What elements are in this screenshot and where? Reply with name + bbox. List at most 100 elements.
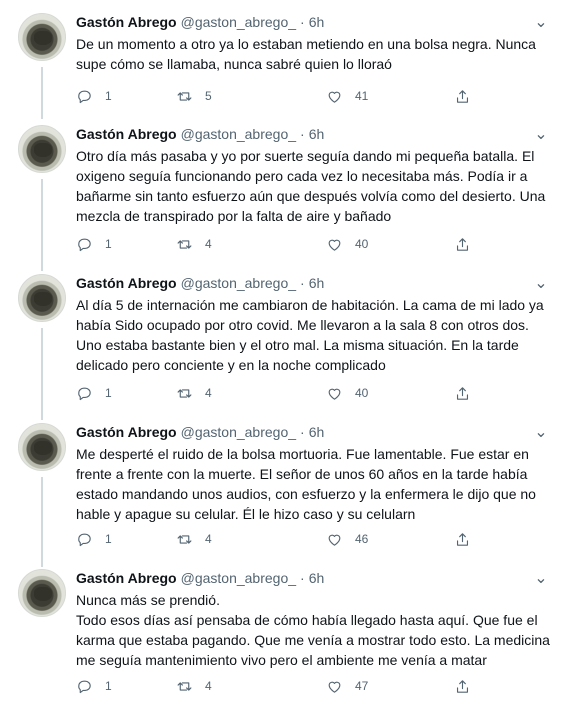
share-button[interactable] — [454, 234, 471, 254]
tweet-header: Gastón Abrego @gaston_abrego_ · 6h — [76, 14, 325, 30]
like-button[interactable]: 41 — [326, 86, 368, 106]
reply-icon — [78, 387, 91, 400]
heart-icon — [328, 91, 341, 103]
reply-icon — [78, 238, 91, 251]
like-button[interactable]: 40 — [326, 234, 368, 254]
tweet-header: Gastón Abrego @gaston_abrego_ · 6h — [76, 126, 325, 142]
avatar[interactable] — [18, 274, 66, 322]
heart-icon — [328, 681, 341, 693]
share-icon — [456, 386, 469, 400]
tweet-timestamp[interactable]: 6h — [309, 126, 325, 142]
like-count: 40 — [355, 237, 369, 251]
reply-icon — [78, 680, 91, 693]
tweet-actions: 1 4 40 — [76, 383, 476, 403]
author-handle[interactable]: @gaston_abrego_ — [181, 570, 296, 586]
retweet-count: 4 — [205, 386, 212, 400]
tweet-header: Gastón Abrego @gaston_abrego_ · 6h — [76, 424, 325, 440]
like-button[interactable]: 46 — [326, 529, 368, 549]
tweet-timestamp[interactable]: 6h — [309, 424, 325, 440]
tweet-timestamp[interactable]: 6h — [309, 275, 325, 291]
share-icon — [456, 532, 469, 546]
retweet-button[interactable]: 4 — [176, 676, 212, 696]
tweet-text: Al día 5 de internación me cambiaron de … — [76, 297, 544, 373]
retweet-icon — [177, 91, 192, 101]
retweet-icon — [177, 239, 192, 249]
reply-icon — [78, 533, 91, 546]
heart-icon — [328, 388, 341, 400]
like-button[interactable]: 47 — [326, 676, 368, 696]
author-name[interactable]: Gastón Abrego — [76, 14, 177, 30]
tweet-thread: Gastón Abrego @gaston_abrego_ · 6h ⌄ De … — [0, 0, 570, 708]
share-icon — [456, 237, 469, 251]
retweet-button[interactable]: 4 — [176, 383, 212, 403]
retweet-button[interactable]: 4 — [176, 529, 212, 549]
author-handle[interactable]: @gaston_abrego_ — [181, 126, 296, 142]
share-button[interactable] — [454, 383, 471, 403]
reply-button[interactable]: 1 — [76, 234, 112, 254]
heart-icon — [328, 239, 341, 251]
author-name[interactable]: Gastón Abrego — [76, 275, 177, 291]
tweet-header: Gastón Abrego @gaston_abrego_ · 6h — [76, 275, 325, 291]
thread-connector-line — [41, 179, 43, 271]
like-count: 41 — [355, 89, 369, 103]
tweet-timestamp[interactable]: 6h — [309, 570, 325, 586]
author-handle[interactable]: @gaston_abrego_ — [181, 14, 296, 30]
more-options-icon[interactable]: ⌄ — [528, 419, 554, 445]
reply-count: 1 — [105, 532, 112, 546]
share-icon — [456, 89, 469, 103]
reply-count: 1 — [105, 237, 112, 251]
author-name[interactable]: Gastón Abrego — [76, 570, 177, 586]
thread-connector-line — [41, 477, 43, 567]
retweet-count: 4 — [205, 237, 212, 251]
reply-button[interactable]: 1 — [76, 86, 112, 106]
share-button[interactable] — [454, 676, 471, 696]
reply-button[interactable]: 1 — [76, 676, 112, 696]
tweet-actions: 1 4 47 — [76, 676, 476, 696]
retweet-count: 4 — [205, 532, 212, 546]
author-handle[interactable]: @gaston_abrego_ — [181, 424, 296, 440]
reply-icon — [78, 90, 91, 103]
author-name[interactable]: Gastón Abrego — [76, 126, 177, 142]
more-options-icon[interactable]: ⌄ — [528, 565, 554, 591]
heart-icon — [328, 534, 341, 546]
tweet-actions: 1 5 41 — [76, 86, 476, 106]
tweet-actions: 1 4 46 — [76, 529, 476, 549]
author-handle[interactable]: @gaston_abrego_ — [181, 275, 296, 291]
thread-connector-line — [41, 328, 43, 420]
avatar[interactable] — [18, 423, 66, 471]
retweet-icon — [177, 534, 192, 544]
avatar[interactable] — [18, 125, 66, 173]
share-icon — [456, 679, 469, 693]
retweet-count: 5 — [205, 89, 212, 103]
retweet-button[interactable]: 5 — [176, 86, 212, 106]
more-options-icon[interactable]: ⌄ — [528, 9, 554, 35]
like-count: 46 — [355, 532, 369, 546]
reply-button[interactable]: 1 — [76, 383, 112, 403]
tweet-text: Nunca más se prendió. Todo esos días así… — [76, 592, 550, 668]
tweet-text: Otro día más pasaba y yo por suerte segu… — [76, 148, 546, 224]
reply-count: 1 — [105, 386, 112, 400]
tweet-timestamp[interactable]: 6h — [309, 14, 325, 30]
author-name[interactable]: Gastón Abrego — [76, 424, 177, 440]
like-button[interactable]: 40 — [326, 383, 368, 403]
like-count: 40 — [355, 386, 369, 400]
tweet-text: De un momento a otro ya lo estaban metie… — [76, 36, 536, 72]
reply-count: 1 — [105, 679, 112, 693]
tweet-header: Gastón Abrego @gaston_abrego_ · 6h — [76, 570, 325, 586]
more-options-icon[interactable]: ⌄ — [528, 121, 554, 147]
tweet-text: Me desperté el ruido de la bolsa mortuor… — [76, 446, 536, 522]
share-button[interactable] — [454, 529, 471, 549]
retweet-icon — [177, 681, 192, 691]
more-options-icon[interactable]: ⌄ — [528, 270, 554, 296]
like-count: 47 — [355, 679, 369, 693]
thread-connector-line — [41, 67, 43, 119]
avatar[interactable] — [18, 569, 66, 617]
reply-button[interactable]: 1 — [76, 529, 112, 549]
retweet-button[interactable]: 4 — [176, 234, 212, 254]
reply-count: 1 — [105, 89, 112, 103]
retweet-count: 4 — [205, 679, 212, 693]
tweet-actions: 1 4 40 — [76, 234, 476, 254]
avatar[interactable] — [18, 13, 66, 61]
retweet-icon — [177, 388, 192, 398]
share-button[interactable] — [454, 86, 471, 106]
